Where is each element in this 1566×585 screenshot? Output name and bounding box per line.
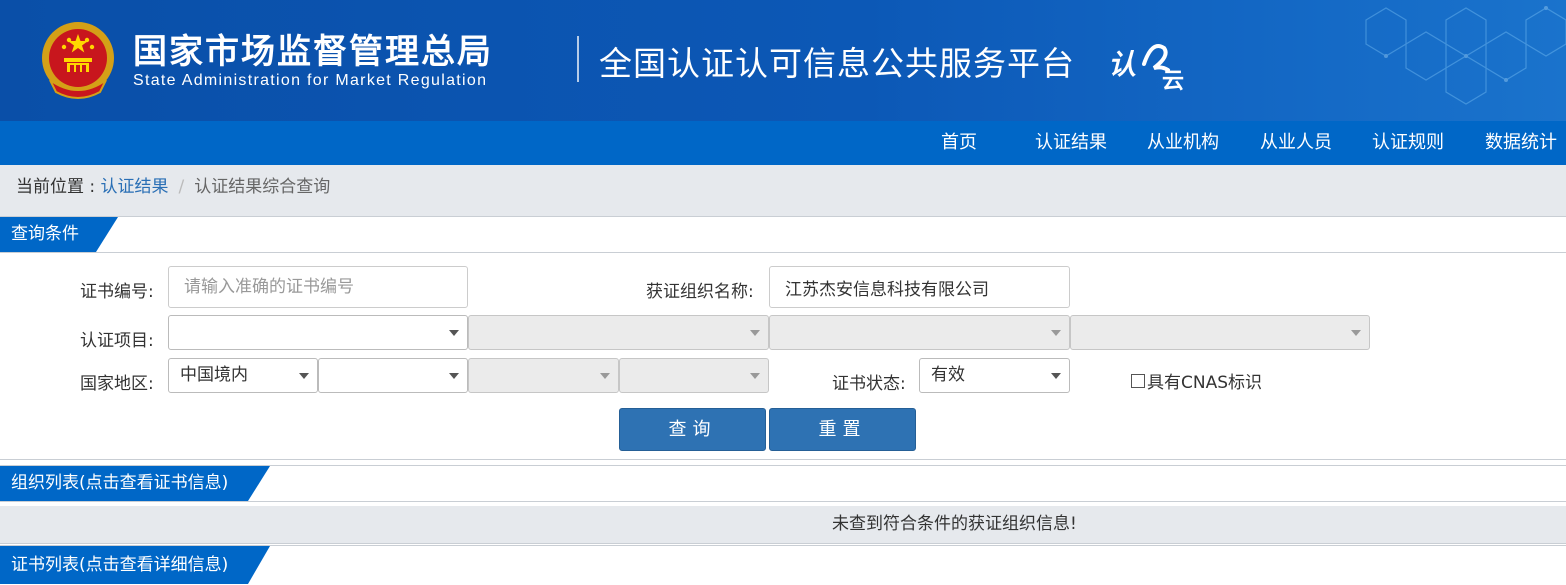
project-select-1[interactable] xyxy=(168,315,468,350)
cert-list-section-header: 证书列表(点击查看详细信息) xyxy=(0,545,1566,585)
org-list-title: 组织列表(点击查看证书信息) xyxy=(0,466,270,501)
chevron-down-icon xyxy=(750,373,760,379)
svg-text:认: 认 xyxy=(1108,48,1136,81)
org-name-label: 获证组织名称: xyxy=(646,282,754,302)
chevron-down-icon xyxy=(299,373,309,379)
region-select-country[interactable]: 中国境内 xyxy=(168,358,318,393)
project-select-3[interactable] xyxy=(769,315,1070,350)
empty-result-message: 未查到符合条件的获证组织信息! xyxy=(832,514,1077,534)
breadcrumb-current: 认证结果综合查询 xyxy=(194,177,331,197)
cnas-checkbox[interactable] xyxy=(1131,373,1145,388)
chevron-down-icon xyxy=(1351,330,1361,336)
region-select-city[interactable] xyxy=(468,358,619,393)
chevron-down-icon xyxy=(600,373,610,379)
main-nav: 首页 认证结果 从业机构 从业人员 认证规则 数据统计 xyxy=(0,121,1566,165)
hexagon-pattern-decoration xyxy=(1365,6,1566,105)
cnas-checkbox-label: 具有CNAS标识 xyxy=(1147,373,1263,393)
cnas-checkbox-wrapper[interactable]: 具有CNAS标识 xyxy=(1131,368,1262,393)
status-select[interactable]: 有效 xyxy=(919,358,1070,393)
chevron-down-icon xyxy=(449,330,459,336)
query-section-header: 查询条件 xyxy=(0,216,1566,253)
nav-institutions[interactable]: 从业机构 xyxy=(1147,121,1219,165)
nav-statistics[interactable]: 数据统计 xyxy=(1485,121,1557,165)
site-header: 国家市场监督管理总局 State Administration for Mark… xyxy=(0,0,1566,121)
breadcrumb-prefix: 当前位置 : xyxy=(16,177,101,197)
nav-rules[interactable]: 认证规则 xyxy=(1372,121,1444,165)
cert-no-label: 证书编号: xyxy=(80,282,154,302)
region-select-province[interactable] xyxy=(318,358,468,393)
chevron-down-icon xyxy=(750,330,760,336)
region-label: 国家地区: xyxy=(80,374,154,394)
agency-title-en: State Administration for Market Regulati… xyxy=(133,72,488,89)
region-select-district[interactable] xyxy=(619,358,769,393)
status-label: 证书状态: xyxy=(832,374,906,394)
org-name-input[interactable] xyxy=(769,266,1070,308)
project-select-2[interactable] xyxy=(468,315,769,350)
breadcrumb-link-results[interactable]: 认证结果 xyxy=(101,177,169,197)
svg-text:云: 云 xyxy=(1162,69,1184,92)
header-divider xyxy=(577,36,579,82)
nav-home[interactable]: 首页 xyxy=(941,121,977,165)
project-label: 认证项目: xyxy=(80,331,154,351)
platform-title: 全国认证认可信息公共服务平台 xyxy=(599,44,1075,83)
reset-button[interactable]: 重置 xyxy=(769,408,916,451)
query-form: 证书编号: 获证组织名称: 认证项目: 国家地区: 中国境内 证书状态: 有效 … xyxy=(0,253,1566,460)
query-section-title: 查询条件 xyxy=(0,217,118,252)
nav-personnel[interactable]: 从业人员 xyxy=(1260,121,1332,165)
cert-list-title: 证书列表(点击查看详细信息) xyxy=(0,546,270,584)
breadcrumb: 当前位置 : 认证结果 / 认证结果综合查询 xyxy=(0,165,1566,216)
chevron-down-icon xyxy=(1051,330,1061,336)
cert-no-input[interactable] xyxy=(168,266,468,308)
org-list-section-header: 组织列表(点击查看证书信息) xyxy=(0,465,1566,502)
chevron-down-icon xyxy=(449,373,459,379)
chevron-down-icon xyxy=(1051,373,1061,379)
breadcrumb-separator: / xyxy=(178,177,185,197)
query-button[interactable]: 查询 xyxy=(619,408,766,451)
project-select-4[interactable] xyxy=(1070,315,1370,350)
national-emblem-icon xyxy=(42,22,114,99)
nav-certification-results[interactable]: 认证结果 xyxy=(1035,121,1107,165)
org-list-empty-row: 未查到符合条件的获证组织信息! xyxy=(0,506,1566,544)
agency-title-cn: 国家市场监督管理总局 xyxy=(133,32,493,72)
renzheng-cloud-logo-icon: 认 云 xyxy=(1108,44,1184,92)
